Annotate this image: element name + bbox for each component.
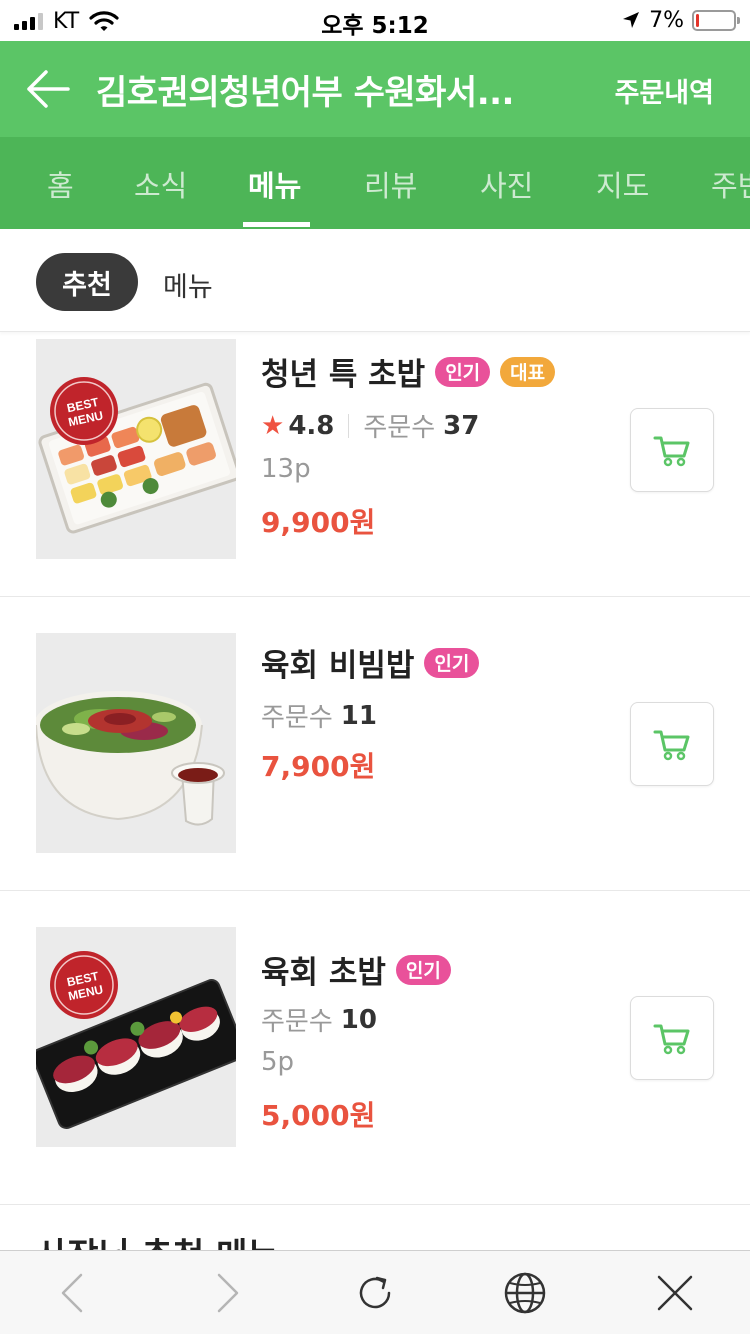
chip-menu[interactable]: 메뉴 [163, 265, 213, 304]
battery-level [696, 13, 699, 27]
orders-count: 10 [340, 1004, 377, 1035]
item-price: 5,000원 [261, 1099, 376, 1132]
menu-photo: BEST MENU [36, 927, 236, 1147]
item-name: 육회 비빔밥 [261, 648, 415, 684]
item-name-row: 육회 초밥 인기 [261, 947, 451, 992]
chevron-left-icon[interactable] [50, 1271, 94, 1315]
orders-label: 주문수 [261, 1007, 333, 1037]
orders-label: 주문수 [363, 413, 436, 443]
order-history-button[interactable]: 주문내역 [615, 71, 714, 110]
close-icon[interactable] [653, 1271, 697, 1315]
item-name: 육회 초밥 [261, 955, 386, 991]
star-icon: ★ [261, 410, 285, 441]
tab-map[interactable]: 지도 [596, 163, 649, 205]
item-name: 청년 특 초밥 [261, 357, 426, 393]
badge-popular: 인기 [435, 356, 491, 387]
badge-popular: 인기 [424, 647, 480, 678]
cart-icon [653, 1024, 690, 1055]
list-item[interactable]: 육회 비빔밥 인기 주문수 11 7,900원 [0, 597, 750, 891]
cart-icon [653, 436, 690, 467]
menu-list: BEST MENU 청년 특 초밥 인기 대표 ★ 4.8 주문수 37 13p… [0, 332, 750, 1250]
store-title: 김호권의청년어부 수원화서... [96, 73, 514, 113]
tab-menu[interactable]: 메뉴 [248, 163, 301, 205]
add-to-cart-button[interactable] [630, 702, 714, 786]
active-tab-indicator [243, 222, 310, 227]
orders-count: 11 [340, 700, 377, 731]
cart-icon [653, 730, 690, 761]
app-header: 김호권의청년어부 수원화서... 주문내역 [0, 41, 750, 137]
badge-signature: 대표 [500, 356, 556, 387]
menu-filter-bar: 추천 메뉴 [0, 229, 750, 332]
list-item[interactable]: BEST MENU 청년 특 초밥 인기 대표 ★ 4.8 주문수 37 13p… [0, 332, 750, 597]
status-right: 7% [621, 6, 740, 34]
chip-recommended[interactable]: 추천 [36, 253, 138, 311]
item-meta-row: 주문수 10 [261, 1001, 377, 1038]
bibimbap-image [36, 633, 236, 853]
item-price: 7,900원 [261, 750, 376, 783]
tab-photos[interactable]: 사진 [480, 163, 533, 205]
battery-icon [692, 9, 740, 31]
badge-popular: 인기 [395, 954, 451, 985]
item-name-row: 육회 비빔밥 인기 [261, 640, 480, 685]
tab-news[interactable]: 소식 [134, 163, 187, 205]
beef-sushi-image: BEST MENU [36, 927, 236, 1147]
tab-reviews[interactable]: 리뷰 [364, 163, 417, 205]
menu-photo: BEST MENU [36, 339, 236, 559]
store-tabs: 홈 소식 메뉴 리뷰 사진 지도 주변 [0, 137, 750, 229]
list-item[interactable]: BEST MENU 육회 초밥 인기 주문수 10 5p 5,000원 [0, 891, 750, 1205]
orders-label: 주문수 [261, 703, 333, 733]
status-bar: KT 오후 5:12 7% [0, 0, 750, 41]
tab-home[interactable]: 홈 [47, 163, 74, 205]
item-name-row: 청년 특 초밥 인기 대표 [261, 349, 556, 394]
item-meta-row: 주문수 11 [261, 697, 377, 734]
add-to-cart-button[interactable] [630, 408, 714, 492]
meta-divider [348, 413, 350, 438]
add-to-cart-button[interactable] [630, 996, 714, 1080]
item-portion: 5p [261, 1047, 295, 1077]
reload-icon[interactable] [353, 1271, 397, 1315]
chevron-right-icon[interactable] [206, 1271, 250, 1315]
menu-photo [36, 633, 236, 853]
location-arrow-icon [623, 12, 640, 28]
browser-toolbar [0, 1250, 750, 1334]
arrow-left-icon[interactable] [24, 67, 72, 111]
item-meta-row: ★ 4.8 주문수 37 [261, 407, 479, 444]
tab-nearby[interactable]: 주변 [711, 163, 750, 205]
sushi-platter-image: BEST MENU [36, 339, 236, 559]
item-price: 9,900원 [261, 506, 376, 539]
item-portion: 13p [261, 454, 311, 484]
orders-count: 37 [443, 410, 480, 441]
item-rating: 4.8 [288, 410, 335, 441]
globe-icon[interactable] [503, 1271, 547, 1315]
battery-percent: 7% [649, 7, 684, 33]
